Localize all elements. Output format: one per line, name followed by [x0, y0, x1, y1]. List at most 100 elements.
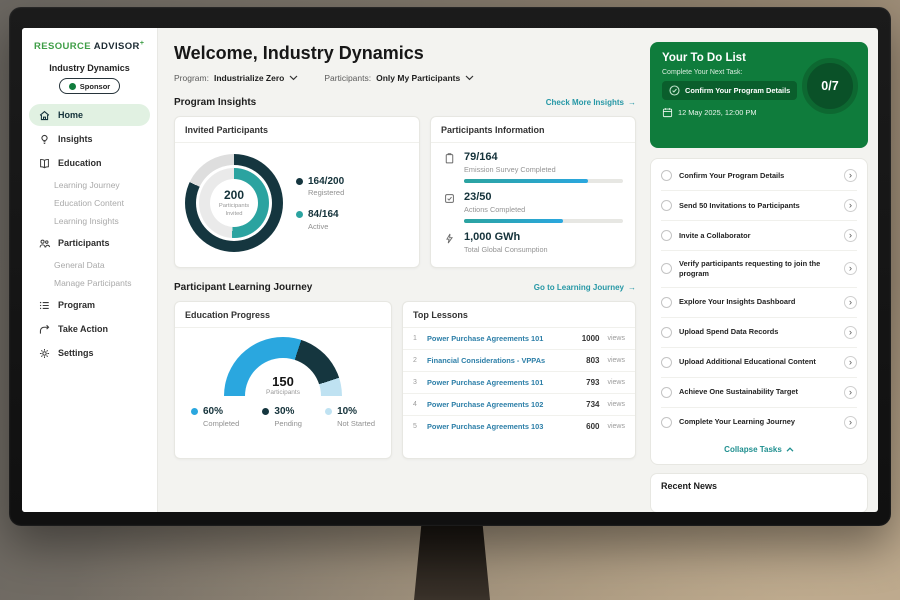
invited-legend: 164/200 Registered 84/164 Active: [296, 176, 344, 231]
people-icon: [38, 237, 51, 250]
lesson-row[interactable]: 4 Power Purchase Agreements 102 734 view…: [403, 394, 635, 416]
sidebar-item-general-data[interactable]: General Data: [29, 256, 150, 274]
chevron-right-icon[interactable]: ›: [844, 169, 857, 182]
sidebar-item-manage-participants[interactable]: Manage Participants: [29, 274, 150, 292]
task-item[interactable]: Confirm Your Program Details ›: [661, 161, 857, 191]
monitor-stand: [414, 522, 490, 600]
go-to-learning-journey-link[interactable]: Go to Learning Journey →: [534, 283, 636, 292]
education-legend: 60% Completed 30% Pending: [175, 396, 391, 428]
participants-filter-value: Only My Participants: [376, 73, 460, 83]
clipboard-icon: [443, 152, 456, 165]
check-circle-icon: [669, 85, 680, 96]
chevron-right-icon[interactable]: ›: [844, 416, 857, 429]
chevron-up-icon: [786, 447, 794, 452]
chevron-right-icon[interactable]: ›: [844, 356, 857, 369]
todo-panel: Your To Do List Complete Your Next Task:…: [650, 28, 878, 512]
org-name: Industry Dynamics: [22, 63, 157, 73]
program-insights-heading: Program Insights: [174, 97, 256, 108]
task-item[interactable]: Invite a Collaborator ›: [661, 221, 857, 251]
lesson-link[interactable]: Power Purchase Agreements 103: [427, 422, 580, 431]
lesson-link[interactable]: Power Purchase Agreements 101: [427, 378, 580, 387]
sidebar-item-label: Program: [58, 300, 95, 310]
checkbox-circle-icon[interactable]: [661, 297, 672, 308]
task-item[interactable]: Upload Additional Educational Content ›: [661, 348, 857, 378]
chevron-right-icon[interactable]: ›: [844, 386, 857, 399]
energy-bolt-icon: [443, 232, 456, 245]
legend-item-pending: 30% Pending: [262, 406, 302, 428]
app-logo: RESOURCE ADVISOR+: [22, 40, 157, 52]
legend-item-active: 84/164 Active: [296, 209, 344, 231]
home-icon: [38, 109, 51, 122]
legend-dot: [296, 178, 303, 185]
legend-item-not-started: 10% Not Started: [325, 406, 375, 428]
sidebar-item-learning-journey[interactable]: Learning Journey: [29, 176, 150, 194]
task-item[interactable]: Verify participants requesting to join t…: [661, 251, 857, 288]
main-content: Welcome, Industry Dynamics Program: Indu…: [158, 28, 650, 512]
card-title: Top Lessons: [403, 302, 635, 328]
sidebar-item-label: Participants: [58, 238, 110, 248]
recent-news-heading: Recent News: [661, 481, 857, 491]
chevron-right-icon[interactable]: ›: [844, 262, 857, 275]
check-more-insights-link[interactable]: Check More Insights →: [546, 98, 636, 107]
gauge-center: 150 Participants: [224, 374, 342, 396]
checkbox-circle-icon[interactable]: [661, 327, 672, 338]
sidebar-item-education[interactable]: Education: [29, 152, 150, 174]
checkbox-circle-icon[interactable]: [661, 263, 672, 274]
chevron-right-icon[interactable]: ›: [844, 199, 857, 212]
lesson-link[interactable]: Financial Considerations - VPPAs: [427, 356, 580, 365]
sidebar-item-program[interactable]: Program: [29, 294, 150, 316]
sidebar-item-label: Settings: [58, 348, 94, 358]
background-wall: RESOURCE ADVISOR+ Industry Dynamics Spon…: [0, 0, 900, 600]
lesson-row[interactable]: 1 Power Purchase Agreements 101 1000 vie…: [403, 328, 635, 350]
sidebar-item-learning-insights[interactable]: Learning Insights: [29, 212, 150, 230]
checkbox-circle-icon[interactable]: [661, 417, 672, 428]
participants-filter[interactable]: Participants: Only My Participants: [324, 73, 474, 83]
stat-actions-completed: 23/50 Actions Completed: [431, 183, 635, 223]
task-item[interactable]: Upload Spend Data Records ›: [661, 318, 857, 348]
lesson-link[interactable]: Power Purchase Agreements 101: [427, 334, 576, 343]
checkbox-circle-icon[interactable]: [661, 357, 672, 368]
chevron-right-icon[interactable]: ›: [844, 229, 857, 242]
sidebar: RESOURCE ADVISOR+ Industry Dynamics Spon…: [22, 28, 158, 512]
filter-bar: Program: Industrialize Zero Participants…: [174, 73, 636, 83]
lesson-row[interactable]: 2 Financial Considerations - VPPAs 803 v…: [403, 350, 635, 372]
sidebar-item-home[interactable]: Home: [29, 104, 150, 126]
lesson-link[interactable]: Power Purchase Agreements 102: [427, 400, 580, 409]
program-filter[interactable]: Program: Industrialize Zero: [174, 73, 298, 83]
lesson-row[interactable]: 5 Power Purchase Agreements 103 600 view…: [403, 416, 635, 437]
task-item[interactable]: Achieve One Sustainability Target ›: [661, 378, 857, 408]
checkbox-circle-icon[interactable]: [661, 200, 672, 211]
page-title: Welcome, Industry Dynamics: [174, 43, 636, 64]
sidebar-item-settings[interactable]: Settings: [29, 342, 150, 364]
task-item[interactable]: Send 50 Invitations to Participants ›: [661, 191, 857, 221]
next-task-pill[interactable]: Confirm Your Program Details: [662, 81, 797, 100]
collapse-tasks-button[interactable]: Collapse Tasks: [661, 437, 857, 462]
chevron-right-icon[interactable]: ›: [844, 296, 857, 309]
arrow-right-icon: →: [628, 98, 636, 107]
task-item[interactable]: Explore Your Insights Dashboard ›: [661, 288, 857, 318]
dashboard-screen: RESOURCE ADVISOR+ Industry Dynamics Spon…: [22, 28, 878, 512]
sidebar-item-take-action[interactable]: Take Action: [29, 318, 150, 340]
chevron-right-icon[interactable]: ›: [844, 326, 857, 339]
sidebar-item-participants[interactable]: Participants: [29, 232, 150, 254]
logo-plus: +: [140, 40, 145, 47]
sidebar-item-insights[interactable]: Insights: [29, 128, 150, 150]
checkbox-circle-icon[interactable]: [661, 230, 672, 241]
program-filter-value: Industrialize Zero: [214, 73, 284, 83]
participants-filter-label: Participants:: [324, 73, 371, 83]
legend-dot: [191, 408, 198, 415]
sponsor-badge[interactable]: Sponsor: [59, 78, 120, 94]
checkbox-circle-icon[interactable]: [661, 387, 672, 398]
lesson-row[interactable]: 3 Power Purchase Agreements 101 793 view…: [403, 372, 635, 394]
sidebar-nav: Home Insights Education Learning Journey…: [22, 104, 157, 364]
checkbox-circle-icon[interactable]: [661, 170, 672, 181]
todo-progress-ring: 0/7: [802, 58, 858, 114]
education-progress-card: Education Progress 150 Participants: [174, 301, 392, 459]
progress-fill: [464, 219, 563, 223]
card-title: Education Progress: [175, 302, 391, 328]
sidebar-item-education-content[interactable]: Education Content: [29, 194, 150, 212]
stat-emission-survey: 79/164 Emission Survey Completed: [431, 143, 635, 183]
logo-text-secondary: ADVISOR: [94, 41, 140, 52]
logo-text-primary: RESOURCE: [34, 41, 91, 52]
task-item[interactable]: Complete Your Learning Journey ›: [661, 408, 857, 437]
